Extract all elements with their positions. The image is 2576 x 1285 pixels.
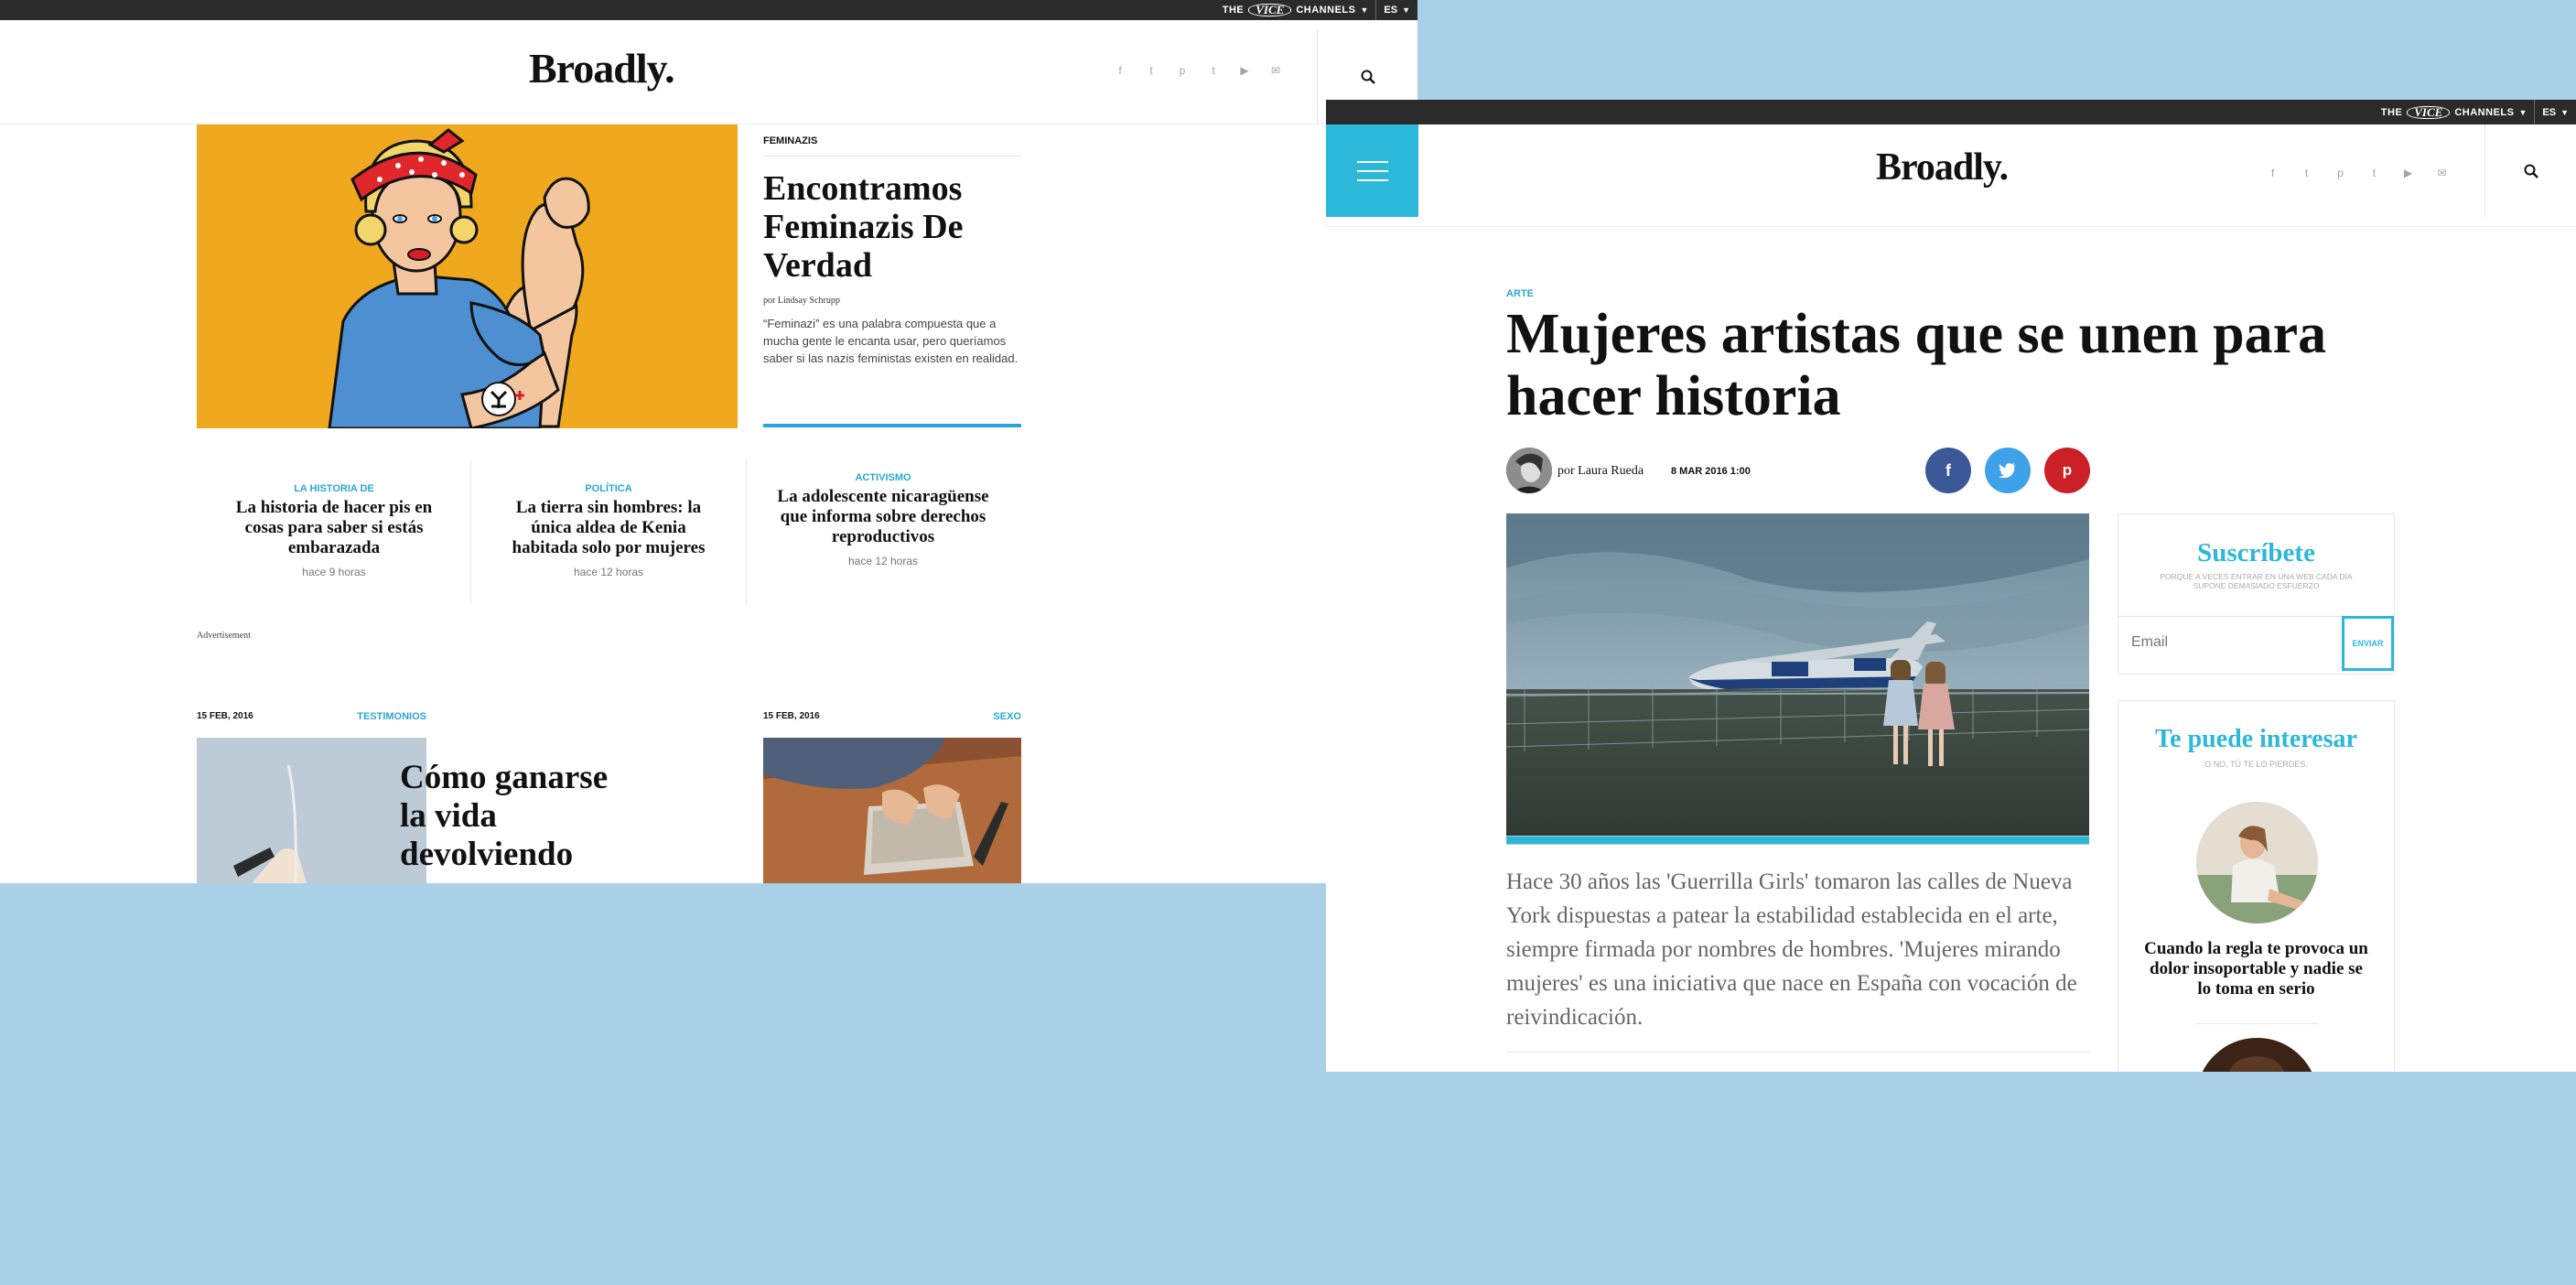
card-time: hace 12 horas <box>847 555 919 567</box>
vice-channels-menu[interactable]: THE VICE CHANNELS ▼ <box>2380 105 2527 119</box>
card-category[interactable]: LA HISTORIA DE <box>224 483 444 494</box>
vice-channels-bar: THE VICE CHANNELS ▼ ES ▼ <box>1326 100 2576 124</box>
vice-channels-menu[interactable]: THE VICE CHANNELS ▼ <box>1222 4 1369 16</box>
facebook-icon[interactable]: f <box>1105 64 1136 77</box>
pinterest-icon[interactable]: p <box>2323 167 2357 179</box>
featured-accent-bar <box>763 424 1021 427</box>
related-thumbnail[interactable] <box>2196 1038 2318 1072</box>
language-label: ES <box>1384 5 1398 16</box>
subscribe-title: Suscríbete <box>2197 538 2315 567</box>
youtube-icon[interactable]: ▶ <box>2391 167 2425 179</box>
subscribe-box: Suscríbete PORQUE A VECES ENTRAR EN UNA … <box>2118 513 2395 675</box>
author-avatar[interactable] <box>1506 448 1552 493</box>
featured-article: FEMINAZIS Encontramos Feminazis De Verda… <box>763 124 1021 367</box>
article-category[interactable]: TESTIMONIOS <box>357 711 426 722</box>
channels-label: CHANNELS <box>2454 106 2515 118</box>
chevron-down-icon: ▼ <box>1402 5 1410 15</box>
chevron-down-icon: ▼ <box>2560 107 2569 117</box>
twitter-share-button[interactable] <box>1985 448 2031 493</box>
author-name[interactable]: por Laura Rueda <box>1557 464 1644 479</box>
article-image[interactable] <box>763 738 1021 883</box>
article-title[interactable]: Cómo ganarse la vida devolviendo <box>400 759 638 874</box>
card-category[interactable]: POLÍTICA <box>499 483 718 494</box>
article-date: 15 FEB, 2016 <box>763 711 820 721</box>
article-window: THE VICE CHANNELS ▼ ES ▼ Broadly. f t p … <box>1326 100 2576 1072</box>
site-logo[interactable]: Broadly. <box>1876 146 2009 189</box>
related-subtitle: O NO, TÚ TE LO PIERDES. <box>2204 760 2308 769</box>
youtube-icon[interactable]: ▶ <box>1229 64 1260 77</box>
vice-the-label: THE <box>1222 5 1245 16</box>
search-button[interactable] <box>2484 124 2576 217</box>
twitter-icon[interactable]: t <box>2290 167 2323 179</box>
email-input[interactable] <box>2118 617 2327 668</box>
twitter-icon[interactable]: t <box>1136 64 1167 77</box>
search-icon <box>2524 164 2538 178</box>
chevron-down-icon: ▼ <box>1360 5 1369 15</box>
featured-byline[interactable]: por Lindsay Schrupp <box>763 296 1021 306</box>
pinterest-share-button[interactable]: p <box>2044 448 2090 493</box>
homepage-window: THE VICE CHANNELS ▼ ES ▼ Broadly. f t p … <box>0 0 1417 883</box>
language-selector[interactable]: ES ▼ <box>2542 107 2569 118</box>
social-links: f t p t ▶ ✉ <box>1105 64 1291 77</box>
subscribe-tagline: PORQUE A VECES ENTRAR EN UNA WEB CADA DÍ… <box>2160 572 2353 590</box>
article-date: 8 MAR 2016 1:00 <box>1671 466 1751 477</box>
article-lead: Hace 30 años las 'Guerrilla Girls' tomar… <box>1506 869 2077 1030</box>
related-thumbnail[interactable] <box>2196 802 2318 923</box>
email-field[interactable] <box>2118 616 2342 672</box>
featured-excerpt: “Feminazi” es una palabra compuesta que … <box>763 317 1019 365</box>
featured-category[interactable]: FEMINAZIS <box>763 124 1021 157</box>
twitter-icon <box>1999 463 2016 478</box>
language-selector[interactable]: ES ▼ <box>1384 5 1410 16</box>
vice-the-label: THE <box>2380 106 2403 118</box>
pinterest-icon: p <box>2062 461 2073 479</box>
article-hero-image[interactable] <box>1506 513 2089 845</box>
facebook-icon[interactable]: f <box>2256 167 2290 179</box>
article-date: 15 FEB, 2016 <box>197 711 253 721</box>
channels-label: CHANNELS <box>1296 5 1356 16</box>
language-label: ES <box>2542 106 2557 118</box>
email-icon[interactable]: ✉ <box>1260 64 1291 77</box>
related-item-title[interactable]: Cuando la regla te provoca un dolor inso… <box>2141 939 2371 999</box>
card-time: hace 12 horas <box>573 566 644 578</box>
subscribe-button[interactable]: ENVIAR <box>2342 616 2394 671</box>
card-time: hace 9 horas <box>302 566 366 578</box>
article-image[interactable] <box>197 738 426 883</box>
facebook-share-button[interactable]: f <box>1925 448 1971 493</box>
card-title[interactable]: La adolescente nicaragüense que informa … <box>773 487 993 547</box>
site-header: Broadly. f t p t ▶ ✉ <box>1326 124 2576 227</box>
image-accent-bar <box>1506 837 2089 844</box>
pinterest-icon[interactable]: p <box>1167 64 1198 77</box>
article-category[interactable]: SEXO <box>952 711 1021 722</box>
search-icon <box>1361 70 1375 84</box>
facebook-icon: f <box>1945 460 1951 480</box>
advertisement-label: Advertisement <box>197 631 251 641</box>
article-card[interactable]: ACTIVISMO La adolescente nicaragüense qu… <box>773 472 993 567</box>
menu-button[interactable] <box>1326 124 1418 217</box>
card-category[interactable]: ACTIVISMO <box>773 472 993 483</box>
article-card[interactable]: POLÍTICA La tierra sin hombres: la única… <box>499 483 718 578</box>
article-card[interactable]: LA HISTORIA DE La historia de hacer pis … <box>224 483 444 578</box>
article-title: Mujeres artistas que se unen para hacer … <box>1506 303 2327 427</box>
article-category[interactable]: ARTE <box>1506 288 1534 299</box>
card-title[interactable]: La historia de hacer pis en cosas para s… <box>224 498 444 558</box>
related-box: Te puede interesar O NO, TÚ TE LO PIERDE… <box>2118 700 2395 1072</box>
card-title[interactable]: La tierra sin hombres: la única aldea de… <box>499 498 718 558</box>
vice-logo: VICE <box>1248 4 1292 16</box>
chevron-down-icon: ▼ <box>2518 107 2527 117</box>
related-title: Te puede interesar <box>2155 725 2357 753</box>
social-links: f t p t ▶ ✉ <box>2256 167 2459 179</box>
site-header: Broadly. f t p t ▶ ✉ <box>0 20 1417 124</box>
featured-title[interactable]: Encontramos Feminazis De Verdad <box>763 169 1021 285</box>
featured-image[interactable] <box>197 124 738 428</box>
tumblr-icon[interactable]: t <box>2357 167 2391 179</box>
email-icon[interactable]: ✉ <box>2425 167 2459 179</box>
vice-logo: VICE <box>2407 105 2451 119</box>
site-logo[interactable]: Broadly. <box>529 44 675 92</box>
vice-channels-bar: THE VICE CHANNELS ▼ ES ▼ <box>0 0 1417 20</box>
tumblr-icon[interactable]: t <box>1198 64 1229 77</box>
